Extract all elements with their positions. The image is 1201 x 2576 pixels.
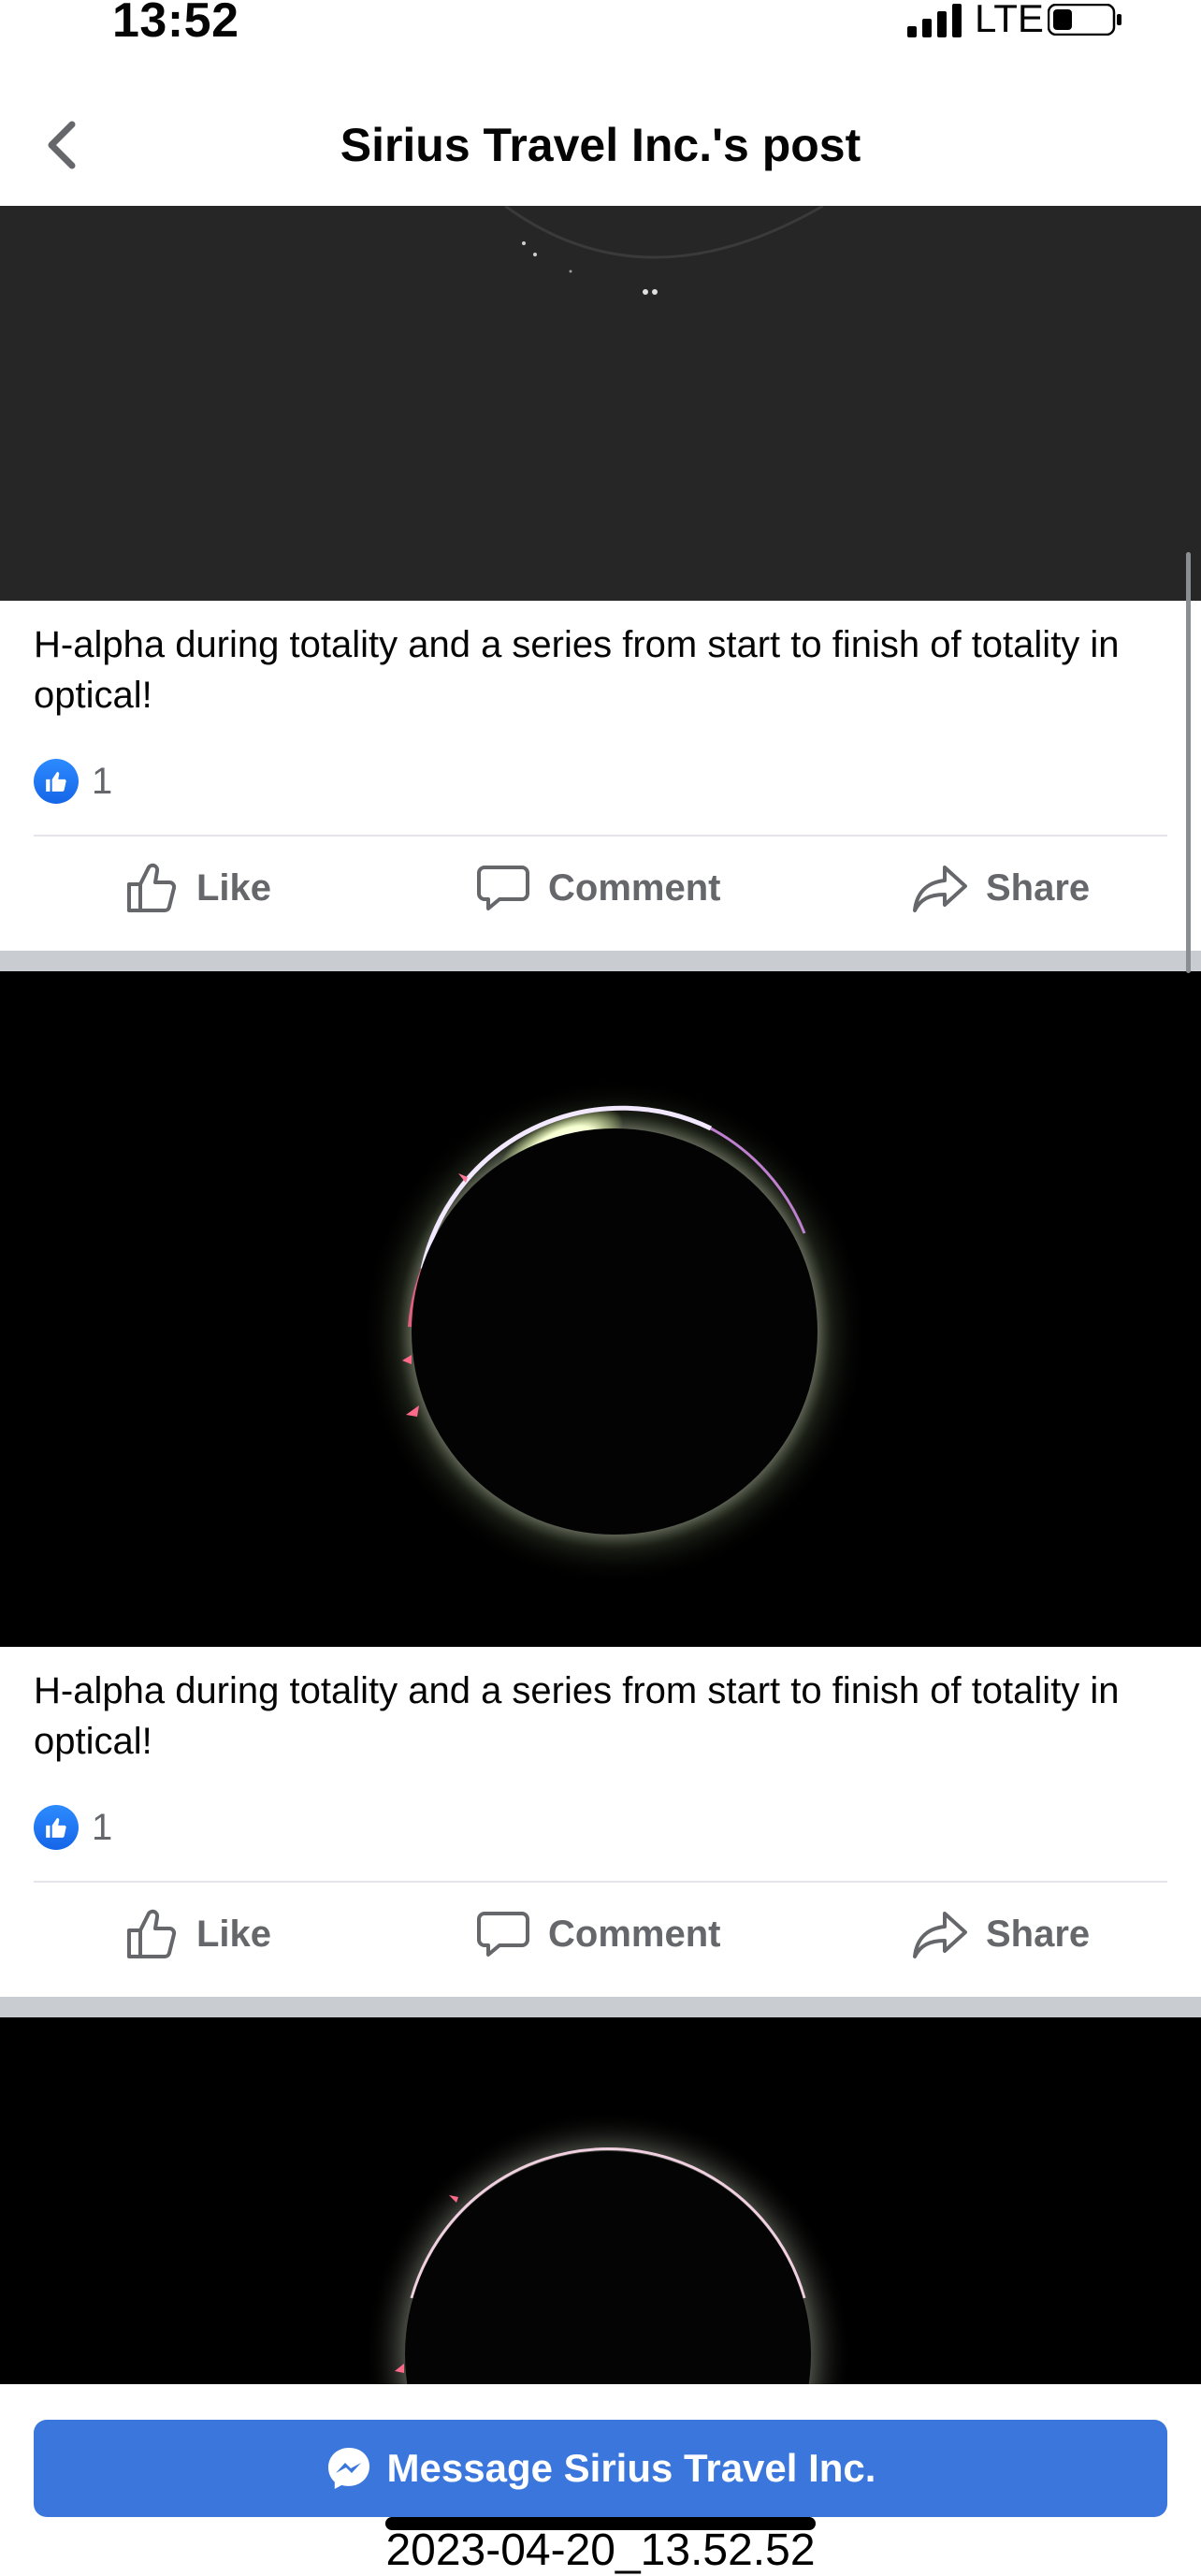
comment-label: Comment: [548, 1913, 721, 1955]
comment-button[interactable]: Comment: [475, 1883, 720, 1986]
message-button[interactable]: Message Sirius Travel Inc.: [34, 2420, 1167, 2517]
post-3: [0, 2017, 1201, 2384]
reactions-summary[interactable]: 1: [34, 758, 112, 805]
like-count: 1: [92, 760, 113, 802]
share-icon: [913, 1912, 967, 1958]
message-button-label: Message Sirius Travel Inc.: [386, 2446, 876, 2490]
share-button[interactable]: Share: [911, 1883, 1090, 1986]
eclipse-photo-3[interactable]: [0, 2017, 1201, 2384]
like-button[interactable]: Like: [123, 837, 271, 939]
post-separator: [0, 1997, 1201, 2017]
like-label: Like: [196, 1913, 272, 1955]
share-button[interactable]: Share: [911, 837, 1090, 939]
scrollbar[interactable]: [1186, 552, 1191, 973]
thumbs-up-icon: [127, 863, 177, 912]
share-label: Share: [986, 866, 1091, 909]
network-type: LTE: [975, 0, 1044, 40]
nav-bar: Sirius Travel Inc.'s post: [0, 75, 1201, 206]
comment-button[interactable]: Comment: [475, 837, 720, 939]
post-caption: H-alpha during totality and a series fro…: [34, 1670, 1120, 1762]
post-actions: Like Comment Share: [0, 1883, 1201, 1986]
status-time: 13:52: [112, 0, 239, 48]
like-reaction-icon: [34, 759, 79, 804]
reactions-summary[interactable]: 1: [34, 1804, 112, 1851]
share-label: Share: [986, 1913, 1091, 1955]
like-label: Like: [196, 866, 272, 909]
messenger-icon: [327, 2448, 369, 2489]
like-reaction-icon: [34, 1805, 79, 1850]
screenshot-timestamp: 2023-04-20_13.52.52: [385, 2525, 816, 2575]
thumbs-up-icon: [127, 1909, 177, 1958]
post-caption: H-alpha during totality and a series fro…: [34, 624, 1120, 716]
comment-icon: [477, 1912, 529, 1957]
post-2: H-alpha during totality and a series fro…: [0, 971, 1201, 2017]
eclipse-photo-2[interactable]: [0, 971, 1201, 1647]
page-title: Sirius Travel Inc.'s post: [340, 119, 861, 171]
signal-strength-icon: [907, 4, 962, 37]
like-count: 1: [92, 1806, 113, 1848]
bottom-bar: Message Sirius Travel Inc. 2023-04-20_13…: [0, 2384, 1201, 2576]
share-icon: [913, 866, 967, 912]
battery-icon: [1048, 4, 1121, 36]
comment-icon: [477, 866, 529, 910]
like-button[interactable]: Like: [123, 1883, 271, 1986]
status-bar: 13:52 LTE: [0, 0, 1201, 56]
comment-label: Comment: [548, 866, 721, 909]
eclipse-photo-1[interactable]: [0, 206, 1201, 601]
post-separator: [0, 951, 1201, 971]
post-actions: Like Comment Share: [0, 837, 1201, 939]
